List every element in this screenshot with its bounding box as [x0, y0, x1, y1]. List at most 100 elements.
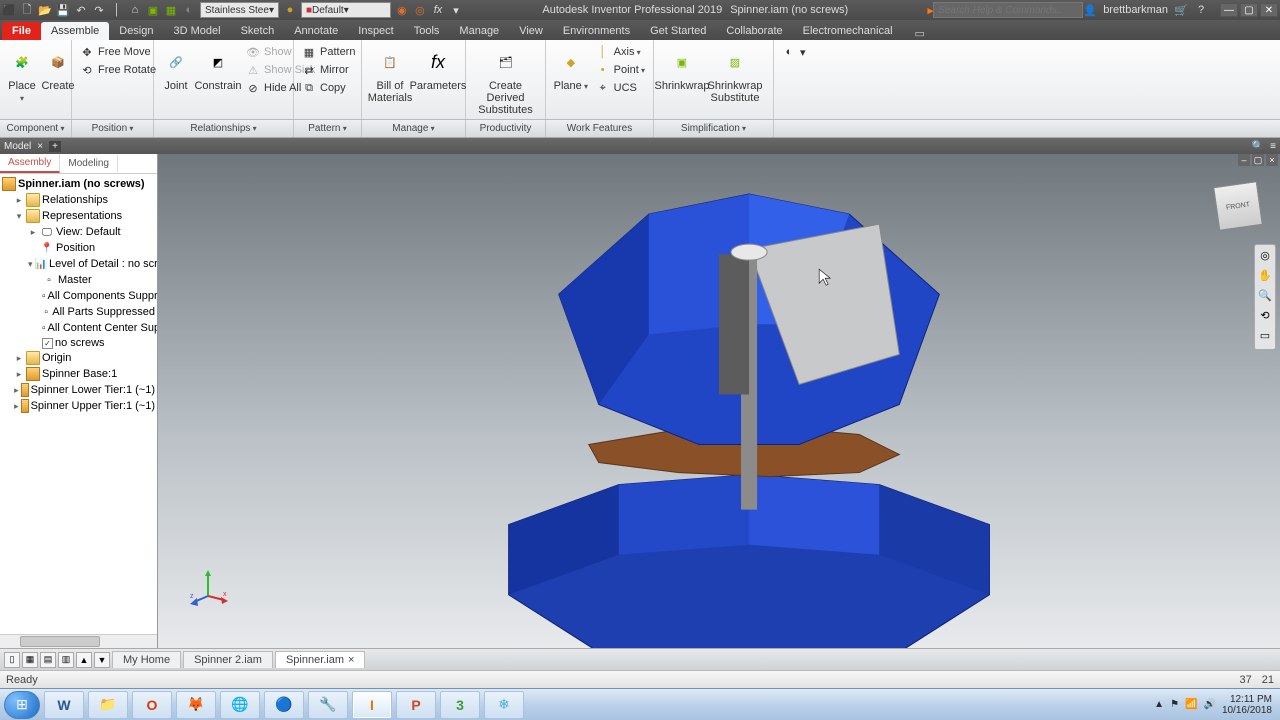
taskbar-word[interactable]: W — [44, 691, 84, 719]
view-up-icon[interactable]: ▲ — [76, 652, 92, 668]
user-name[interactable]: brettbarkman — [1103, 4, 1168, 16]
tree-lower[interactable]: ▸Spinner Lower Tier:1 (~1) — [0, 382, 157, 398]
tab-assemble[interactable]: Assemble — [41, 22, 109, 40]
taskbar-app1[interactable]: 🔵 — [264, 691, 304, 719]
browser-tab-assembly[interactable]: Assembly — [0, 154, 60, 173]
tab-annotate[interactable]: Annotate — [284, 22, 348, 40]
panel-productivity[interactable]: Productivity — [480, 123, 532, 134]
nav-wheel-icon[interactable]: ◎ — [1257, 249, 1273, 265]
tab-manage[interactable]: Manage — [449, 22, 509, 40]
tab-environments[interactable]: Environments — [553, 22, 640, 40]
tab-electromechanical[interactable]: Electromechanical — [793, 22, 903, 40]
tray-volume-icon[interactable]: 🔊 — [1203, 699, 1215, 710]
redo-icon[interactable]: ↷ — [92, 3, 106, 17]
taskbar-inventor[interactable]: I — [352, 691, 392, 719]
doc-tab-spinner2[interactable]: Spinner 2.iam — [183, 651, 273, 668]
undo-icon[interactable]: ↶ — [74, 3, 88, 17]
tree-no-screws[interactable]: ✓no screws — [0, 336, 157, 350]
mirror-button[interactable]: ⇄Mirror — [300, 62, 357, 78]
tab-design[interactable]: Design — [109, 22, 163, 40]
panel-simplification[interactable]: Simplification — [681, 123, 746, 134]
adjust-icon[interactable]: ◎ — [413, 3, 427, 17]
plane-button[interactable]: ◆Plane — [552, 42, 590, 92]
tray-up-icon[interactable]: ▲ — [1154, 699, 1164, 710]
browser-add-icon[interactable]: + — [49, 141, 61, 152]
axis-button[interactable]: │Axis — [594, 44, 647, 60]
tree-root[interactable]: Spinner.iam (no screws) — [0, 176, 157, 192]
help-icon[interactable]: ? — [1194, 3, 1208, 17]
tab-file[interactable]: File — [2, 22, 41, 40]
doc-tab-spinner[interactable]: Spinner.iam× — [275, 651, 366, 668]
parameters-button[interactable]: fxParameters — [416, 42, 460, 92]
view-down-icon[interactable]: ▼ — [94, 652, 110, 668]
view-hsplit-icon[interactable]: ▤ — [40, 652, 56, 668]
browser-menu-icon[interactable]: ≡ — [1270, 141, 1276, 152]
viewport[interactable]: – ▢ × FRONT — [158, 154, 1280, 648]
tree-origin[interactable]: ▸Origin — [0, 350, 157, 366]
tree-representations[interactable]: ▾Representations — [0, 208, 157, 224]
browser-scrollbar[interactable] — [0, 634, 157, 648]
browser-close-icon[interactable]: × — [37, 141, 43, 152]
assembly-icon[interactable]: ▣ — [146, 3, 160, 17]
minimize-button[interactable]: — — [1220, 3, 1238, 17]
pattern-button[interactable]: ▦Pattern — [300, 44, 357, 60]
user-icon[interactable]: 👤 — [1083, 3, 1097, 17]
panel-pattern[interactable]: Pattern — [308, 123, 347, 134]
nav-orbit-icon[interactable]: ⟲ — [1257, 309, 1273, 325]
tab-close-icon[interactable]: × — [348, 654, 354, 666]
tree-view-default[interactable]: ▸🖵View: Default — [0, 224, 157, 240]
tree-all-parts[interactable]: ▫All Parts Suppressed — [0, 304, 157, 320]
select-icon[interactable]: ▦ — [164, 3, 178, 17]
app-icon[interactable]: ⬛ — [2, 3, 16, 17]
tree-all-cc[interactable]: ▫All Content Center Suppressed — [0, 320, 157, 336]
tab-collaborate[interactable]: Collaborate — [716, 22, 792, 40]
tray-flag-icon[interactable]: ⚑ — [1170, 699, 1179, 710]
clock[interactable]: 12:11 PM 10/16/2018 — [1222, 694, 1276, 716]
panel-relationships[interactable]: Relationships — [190, 123, 256, 134]
tree-lod[interactable]: ▾📊Level of Detail : no screws — [0, 256, 157, 272]
tree-position[interactable]: 📍Position — [0, 240, 157, 256]
color-icon[interactable]: ◉ — [395, 3, 409, 17]
copy-button[interactable]: ⧉Copy — [300, 80, 357, 96]
ucs-button[interactable]: ⌖UCS — [594, 80, 647, 96]
place-button[interactable]: 🧩Place — [6, 42, 38, 104]
appearance-icon[interactable]: ● — [283, 3, 297, 17]
tree-base[interactable]: ▸Spinner Base:1 — [0, 366, 157, 382]
nav-zoom-icon[interactable]: 🔍 — [1257, 289, 1273, 305]
tree-master[interactable]: ▫Master — [0, 272, 157, 288]
panel-component[interactable]: Component — [7, 123, 65, 134]
nav-pan-icon[interactable]: ✋ — [1257, 269, 1273, 285]
checkbox-icon[interactable]: ✓ — [42, 338, 53, 349]
tree-upper[interactable]: ▸Spinner Upper Tier:1 (~1) — [0, 398, 157, 414]
home-icon[interactable]: ⌂ — [128, 3, 142, 17]
tab-get-started[interactable]: Get Started — [640, 22, 716, 40]
taskbar-chrome[interactable]: 🌐 — [220, 691, 260, 719]
more-icon[interactable]: ▾ — [449, 3, 463, 17]
free-move-button[interactable]: ✥Free Move — [78, 44, 158, 60]
fx-icon[interactable]: fx — [431, 3, 445, 17]
appearance-dropdown[interactable]: ■Default ▾ — [301, 2, 391, 18]
panel-work-features[interactable]: Work Features — [567, 123, 632, 134]
view-vsplit-icon[interactable]: ▥ — [58, 652, 74, 668]
point-button[interactable]: •Point — [594, 62, 647, 78]
bom-button[interactable]: 📋Bill of Materials — [368, 42, 412, 104]
nav-lookat-icon[interactable]: ▭ — [1257, 329, 1273, 345]
open-icon[interactable]: 📂 — [38, 3, 52, 17]
tab-3d-model[interactable]: 3D Model — [164, 22, 231, 40]
material-dropdown[interactable]: Stainless Stee ▾ — [200, 2, 279, 18]
view-cube[interactable]: FRONT — [1213, 181, 1263, 231]
browser-tab-modeling[interactable]: Modeling — [60, 155, 118, 172]
tab-sketch[interactable]: Sketch — [231, 22, 285, 40]
tray-network-icon[interactable]: 📶 — [1185, 699, 1197, 710]
free-rotate-button[interactable]: ⟲Free Rotate — [78, 62, 158, 78]
taskbar-app2[interactable]: 🔧 — [308, 691, 348, 719]
taskbar-powerpoint[interactable]: P — [396, 691, 436, 719]
shrinkwrap-button[interactable]: ▣Shrinkwrap — [660, 42, 704, 92]
view-quad-icon[interactable]: ▦ — [22, 652, 38, 668]
start-button[interactable]: ⊞ — [4, 691, 40, 719]
save-icon[interactable]: 💾 — [56, 3, 70, 17]
view-single-icon[interactable]: ▯ — [4, 652, 20, 668]
tab-inspect[interactable]: Inspect — [348, 22, 403, 40]
browser-search-icon[interactable]: 🔍 — [1252, 141, 1264, 152]
shrinkwrap-sub-button[interactable]: ▨Shrinkwrap Substitute — [708, 42, 762, 104]
